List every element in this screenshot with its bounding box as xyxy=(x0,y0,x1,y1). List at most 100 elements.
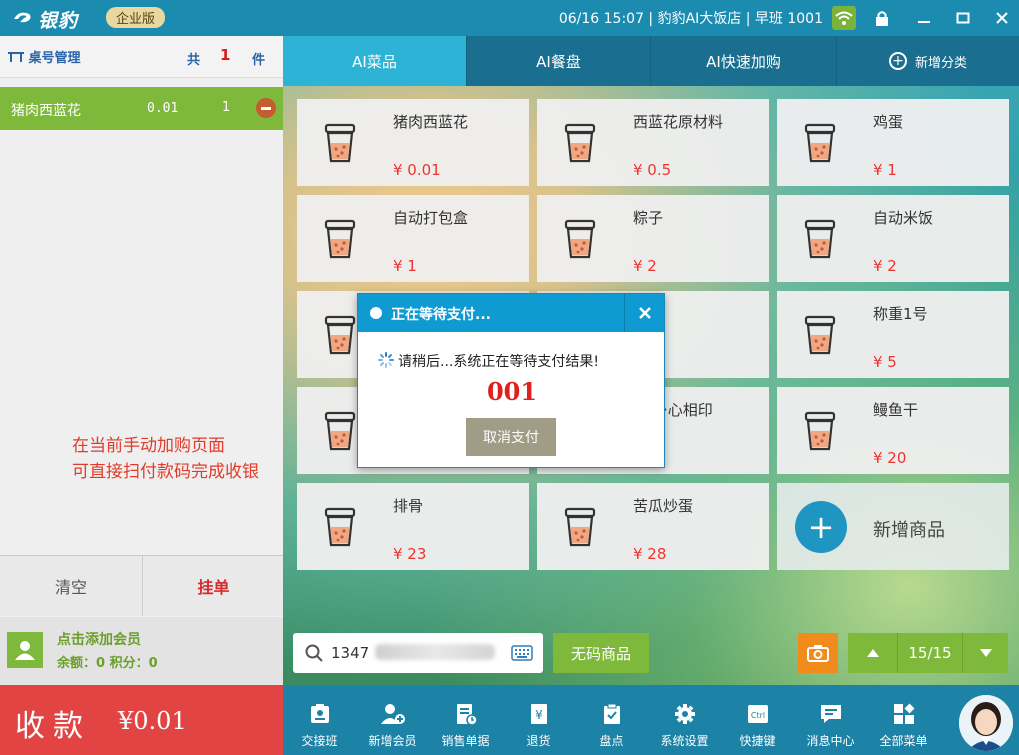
no-barcode-product-button[interactable]: 无码商品 xyxy=(553,633,649,673)
product-price: ¥ 28 xyxy=(633,545,667,563)
nav-sales-receipts[interactable]: 销售单据 xyxy=(429,685,502,755)
minimize-icon[interactable] xyxy=(912,6,936,30)
payment-waiting-dialog: 正在等待支付... 请稍后...系统正在等待支付结果! 001 取消支付 xyxy=(357,293,665,468)
sales-receipt-icon xyxy=(456,704,478,726)
cancel-payment-button[interactable]: 取消支付 xyxy=(466,418,556,456)
checkout-button[interactable]: 收款 ¥0.01 xyxy=(0,685,283,755)
product-card[interactable]: 称重1号 ¥ 5 xyxy=(777,291,1009,378)
product-price: ¥ 1 xyxy=(873,161,897,179)
close-icon[interactable] xyxy=(990,6,1014,30)
logo-text: 银豹 xyxy=(38,10,79,32)
svg-text:Ctrl: Ctrl xyxy=(750,711,764,720)
dialog-title: 正在等待支付... xyxy=(391,307,491,323)
scan-tip-line2: 可直接扫付款码完成收银 xyxy=(72,462,259,482)
bottom-nav: 交接班 新增会员 销售单据 ¥ 退货 盘点 系统设置 Ctrl 快捷键 消息中心… xyxy=(283,685,1019,755)
nav-return[interactable]: ¥ 退货 xyxy=(502,685,575,755)
payment-code: 001 xyxy=(486,377,538,406)
product-card[interactable]: 自动米饭 ¥ 2 xyxy=(777,195,1009,282)
top-bar: 银豹 企业版 06/16 15:07 | 豹豹AI大饭店 | 早班 1001 xyxy=(0,0,1019,36)
hold-order-button[interactable]: 挂单 xyxy=(144,556,283,616)
order-item-price: 0.01 xyxy=(147,101,179,116)
triangle-up-icon xyxy=(866,649,879,657)
search-icon xyxy=(305,644,323,662)
nav-system-settings[interactable]: 系统设置 xyxy=(648,685,721,755)
dialog-close-icon[interactable] xyxy=(624,294,664,332)
wifi-icon[interactable] xyxy=(832,6,856,30)
product-name: 鳗鱼干 xyxy=(873,401,919,419)
product-card[interactable]: 鳗鱼干 ¥ 20 xyxy=(777,387,1009,474)
page-up-button[interactable] xyxy=(848,633,898,673)
search-value-masked xyxy=(375,644,495,660)
scan-tip: 在当前手动加购页面 可直接扫付款码完成收银 xyxy=(72,433,259,485)
lock-icon[interactable] xyxy=(870,6,894,30)
member-balance: 余额：0 积分：0 xyxy=(57,656,158,671)
product-card[interactable]: 西蓝花原材料 ¥ 0.5 xyxy=(537,99,769,186)
product-name: 自动打包盒 xyxy=(393,209,469,227)
bottom-tools: 1347 无码商品 15/15 xyxy=(283,633,1019,673)
drink-cup-icon xyxy=(563,219,597,263)
nav-shift-handover[interactable]: 交接班 xyxy=(283,685,356,755)
category-tabs: AI菜品 AI餐盘 AI快速加购 + 新增分类 xyxy=(283,36,1019,86)
nav-label: 系统设置 xyxy=(660,734,709,748)
drink-cup-icon xyxy=(803,411,837,455)
keyboard-icon[interactable] xyxy=(511,645,533,661)
add-member-link[interactable]: 点击添加会员 xyxy=(57,629,141,649)
product-card[interactable]: 猪肉西蓝花 ¥ 0.01 xyxy=(297,99,529,186)
nav-inventory[interactable]: 盘点 xyxy=(575,685,648,755)
drink-cup-icon xyxy=(563,507,597,551)
search-input[interactable]: 1347 xyxy=(293,633,543,673)
nav-message-center[interactable]: 消息中心 xyxy=(794,685,867,755)
product-card[interactable]: 自动打包盒 ¥ 1 xyxy=(297,195,529,282)
member-section[interactable]: 点击添加会员 余额：0 积分：0 xyxy=(0,617,283,685)
order-header: 桌号管理 共 1 件 xyxy=(0,36,283,78)
nav-shortcuts[interactable]: Ctrl 快捷键 xyxy=(721,685,794,755)
tab-ai-quick-add[interactable]: AI快速加购 xyxy=(651,36,837,86)
dialog-header: 正在等待支付... xyxy=(358,294,664,332)
product-card[interactable]: 苦瓜炒蛋 ¥ 28 xyxy=(537,483,769,570)
page-indicator: 15/15 xyxy=(908,644,952,662)
plus-circle-icon: + xyxy=(888,52,907,70)
ctrl-key-icon: Ctrl xyxy=(747,705,768,723)
message-icon xyxy=(820,705,841,723)
nav-all-menu[interactable]: 全部菜单 xyxy=(867,685,940,755)
scan-tip-line1: 在当前手动加购页面 xyxy=(72,436,225,456)
product-price: ¥ 20 xyxy=(873,449,907,467)
nav-label: 新增会员 xyxy=(368,734,417,748)
tab-ai-dishes[interactable]: AI菜品 xyxy=(283,36,467,86)
product-card[interactable]: 粽子 ¥ 2 xyxy=(537,195,769,282)
nav-label: 消息中心 xyxy=(806,734,855,748)
product-name: 鸡蛋 xyxy=(873,113,904,131)
customer-service-avatar[interactable] xyxy=(959,695,1013,751)
maximize-icon[interactable] xyxy=(951,6,975,30)
add-product-label: 新增商品 xyxy=(873,520,945,541)
add-category-label: 新增分类 xyxy=(914,55,967,71)
tab-ai-tray[interactable]: AI餐盘 xyxy=(467,36,651,86)
product-name: 西蓝花原材料 xyxy=(633,113,724,131)
dialog-message: 请稍后...系统正在等待支付结果! xyxy=(378,351,599,371)
item-count-suffix: 件 xyxy=(252,53,266,68)
add-category-button[interactable]: + 新增分类 xyxy=(837,36,1019,86)
clear-button[interactable]: 清空 xyxy=(0,556,143,616)
order-actions: 清空 挂单 xyxy=(0,555,283,616)
drink-cup-icon xyxy=(323,507,357,551)
page-down-button[interactable] xyxy=(962,633,1008,673)
table-management-button[interactable]: 桌号管理 xyxy=(8,47,81,66)
checkout-label: 收款 xyxy=(15,709,91,744)
drink-cup-icon xyxy=(323,315,357,359)
gear-icon xyxy=(674,704,695,724)
camera-icon[interactable] xyxy=(798,633,838,673)
edition-badge: 企业版 xyxy=(106,7,166,28)
nav-add-member[interactable]: 新增会员 xyxy=(356,685,429,755)
all-menu-icon xyxy=(893,703,914,724)
table-management-label: 桌号管理 xyxy=(28,51,81,66)
order-item[interactable]: 猪肉西蓝花 0.01 1 xyxy=(0,87,283,130)
remove-item-icon[interactable] xyxy=(256,98,276,118)
nav-label: 退货 xyxy=(526,734,551,748)
product-card[interactable]: 鸡蛋 ¥ 1 xyxy=(777,99,1009,186)
drink-cup-icon xyxy=(323,411,357,455)
drink-cup-icon xyxy=(323,219,357,263)
add-product-card[interactable]: + 新增商品 xyxy=(777,483,1009,570)
product-card[interactable]: 排骨 ¥ 23 xyxy=(297,483,529,570)
table-icon xyxy=(8,52,24,62)
product-price: ¥ 2 xyxy=(633,257,657,275)
